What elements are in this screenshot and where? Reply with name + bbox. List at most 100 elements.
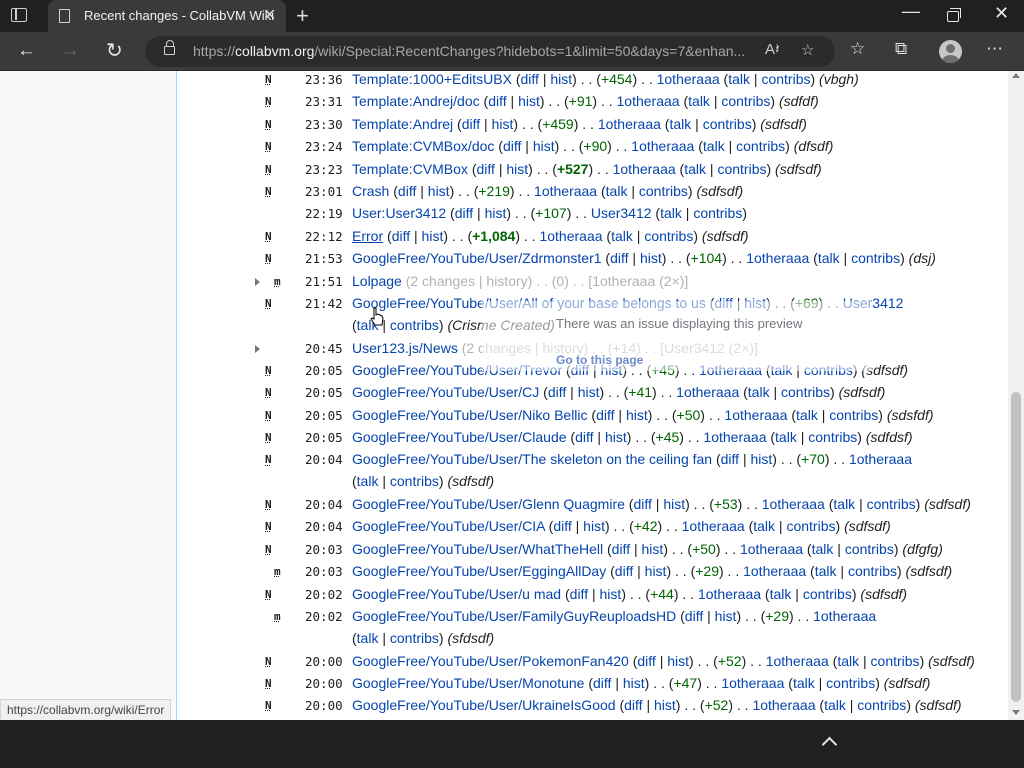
- user-link[interactable]: User3412: [591, 205, 652, 221]
- diff-link[interactable]: diff: [455, 205, 473, 221]
- user-link[interactable]: 1otheraaa: [813, 608, 876, 624]
- page-link[interactable]: GoogleFree/YouTube/User/UkraineIsGood: [352, 697, 616, 713]
- hist-link[interactable]: hist: [667, 653, 689, 669]
- page-link[interactable]: Template:CVMBox: [352, 161, 468, 177]
- diff-link[interactable]: diff: [503, 138, 521, 154]
- scroll-up-icon[interactable]: [1012, 73, 1020, 78]
- talk-link[interactable]: talk: [793, 675, 815, 691]
- page-link[interactable]: Error: [352, 228, 383, 244]
- diff-link[interactable]: diff: [392, 228, 410, 244]
- diff-link[interactable]: diff: [593, 675, 611, 691]
- profile-avatar[interactable]: [939, 40, 962, 63]
- restore-icon[interactable]: [947, 8, 961, 22]
- contribs-link[interactable]: contribs: [786, 518, 835, 534]
- contribs-link[interactable]: contribs: [717, 161, 766, 177]
- user-link[interactable]: 1otheraaa: [682, 518, 745, 534]
- page-link[interactable]: GoogleFree/YouTube/User/The skeleton on …: [352, 451, 712, 467]
- diff-link[interactable]: diff: [685, 608, 703, 624]
- diff-link[interactable]: diff: [548, 384, 566, 400]
- page-link[interactable]: GoogleFree/YouTube/User/Claude: [352, 429, 567, 445]
- page-link[interactable]: User123.js/News: [352, 340, 458, 356]
- diff-link[interactable]: diff: [610, 250, 628, 266]
- contribs-link[interactable]: contribs: [867, 496, 916, 512]
- hist-link[interactable]: hist: [626, 407, 648, 423]
- talk-link[interactable]: talk: [728, 71, 750, 87]
- user-link[interactable]: 1otheraaa: [766, 653, 829, 669]
- diff-link[interactable]: diff: [477, 161, 495, 177]
- page-link[interactable]: Template:1000+EditsUBX: [352, 71, 512, 87]
- user-link[interactable]: 1otheraaa: [849, 451, 912, 467]
- tab-actions-icon[interactable]: [11, 8, 27, 22]
- expand-toggle-icon[interactable]: [255, 277, 260, 286]
- page-scrollbar[interactable]: [1008, 71, 1024, 720]
- diff-link[interactable]: diff: [398, 183, 416, 199]
- contribs-link[interactable]: contribs: [390, 473, 439, 489]
- user-link[interactable]: 1otheraaa: [676, 384, 739, 400]
- hist-link[interactable]: hist: [550, 71, 572, 87]
- hist-link[interactable]: hist: [518, 93, 540, 109]
- contribs-link[interactable]: contribs: [851, 250, 900, 266]
- diff-link[interactable]: diff: [488, 93, 506, 109]
- diff-link[interactable]: diff: [553, 518, 571, 534]
- hist-link[interactable]: hist: [583, 518, 605, 534]
- talk-link[interactable]: talk: [357, 630, 379, 646]
- user-link[interactable]: 1otheraaa: [617, 93, 680, 109]
- hist-link[interactable]: hist: [492, 116, 514, 132]
- diff-link[interactable]: diff: [570, 586, 588, 602]
- user-link[interactable]: 1otheraaa: [698, 586, 761, 602]
- scrollbar-thumb[interactable]: [1011, 392, 1021, 702]
- talk-link[interactable]: talk: [753, 518, 775, 534]
- diff-link[interactable]: diff: [596, 407, 614, 423]
- contribs-link[interactable]: contribs: [808, 429, 857, 445]
- forward-icon[interactable]: →: [61, 40, 80, 62]
- add-favorite-icon[interactable]: ☆: [801, 41, 814, 59]
- hist-link[interactable]: hist: [663, 496, 685, 512]
- diff-link[interactable]: diff: [615, 563, 633, 579]
- expand-toggle-icon[interactable]: [255, 344, 260, 353]
- contribs-link[interactable]: contribs: [703, 116, 752, 132]
- read-aloud-icon[interactable]: A𝄽: [765, 41, 780, 58]
- talk-link[interactable]: talk: [669, 116, 691, 132]
- user-link[interactable]: 1otheraaa: [703, 429, 766, 445]
- hist-link[interactable]: hist: [623, 675, 645, 691]
- page-link[interactable]: GoogleFree/YouTube/User/EggingAllDay: [352, 563, 606, 579]
- page-link[interactable]: User:User3412: [352, 205, 446, 221]
- hist-link[interactable]: hist: [506, 161, 528, 177]
- diff-link[interactable]: diff: [624, 697, 642, 713]
- talk-link[interactable]: talk: [770, 586, 792, 602]
- user-link[interactable]: 1otheraaa: [631, 138, 694, 154]
- hist-link[interactable]: hist: [533, 138, 555, 154]
- page-link[interactable]: Template:Andrej: [352, 116, 453, 132]
- page-link[interactable]: Lolpage: [352, 273, 402, 289]
- talk-link[interactable]: talk: [611, 228, 633, 244]
- page-link[interactable]: GoogleFree/YouTube/User/Monotune: [352, 675, 584, 691]
- contribs-link[interactable]: contribs: [826, 675, 875, 691]
- contribs-link[interactable]: contribs: [871, 653, 920, 669]
- back-icon[interactable]: ←: [17, 40, 36, 62]
- contribs-link[interactable]: contribs: [721, 93, 770, 109]
- user-link[interactable]: 1otheraaa: [724, 407, 787, 423]
- new-tab-icon[interactable]: +: [296, 3, 309, 29]
- talk-link[interactable]: talk: [824, 697, 846, 713]
- user-link[interactable]: 1otheraaa: [613, 161, 676, 177]
- contribs-link[interactable]: contribs: [761, 71, 810, 87]
- hist-link[interactable]: hist: [751, 451, 773, 467]
- user-link[interactable]: 1otheraaa: [598, 116, 661, 132]
- page-link[interactable]: GoogleFree/YouTube/User/Glenn Quagmire: [352, 496, 625, 512]
- talk-link[interactable]: talk: [818, 250, 840, 266]
- talk-link[interactable]: talk: [357, 473, 379, 489]
- hist-link[interactable]: hist: [605, 429, 627, 445]
- contribs-link[interactable]: contribs: [644, 228, 693, 244]
- talk-link[interactable]: talk: [688, 93, 710, 109]
- page-link[interactable]: GoogleFree/YouTube/User/CJ: [352, 384, 539, 400]
- talk-link[interactable]: talk: [775, 429, 797, 445]
- talk-link[interactable]: talk: [815, 563, 837, 579]
- hist-link[interactable]: hist: [600, 586, 622, 602]
- user-link[interactable]: 1otheraaa: [746, 250, 809, 266]
- page-link[interactable]: GoogleFree/YouTube/User/FamilyGuyReuploa…: [352, 608, 676, 624]
- page-link[interactable]: GoogleFree/YouTube/User/Zdrmonster1: [352, 250, 602, 266]
- contribs-link[interactable]: contribs: [693, 205, 742, 221]
- contribs-link[interactable]: contribs: [781, 384, 830, 400]
- lock-icon[interactable]: [164, 40, 175, 55]
- diff-link[interactable]: diff: [633, 496, 651, 512]
